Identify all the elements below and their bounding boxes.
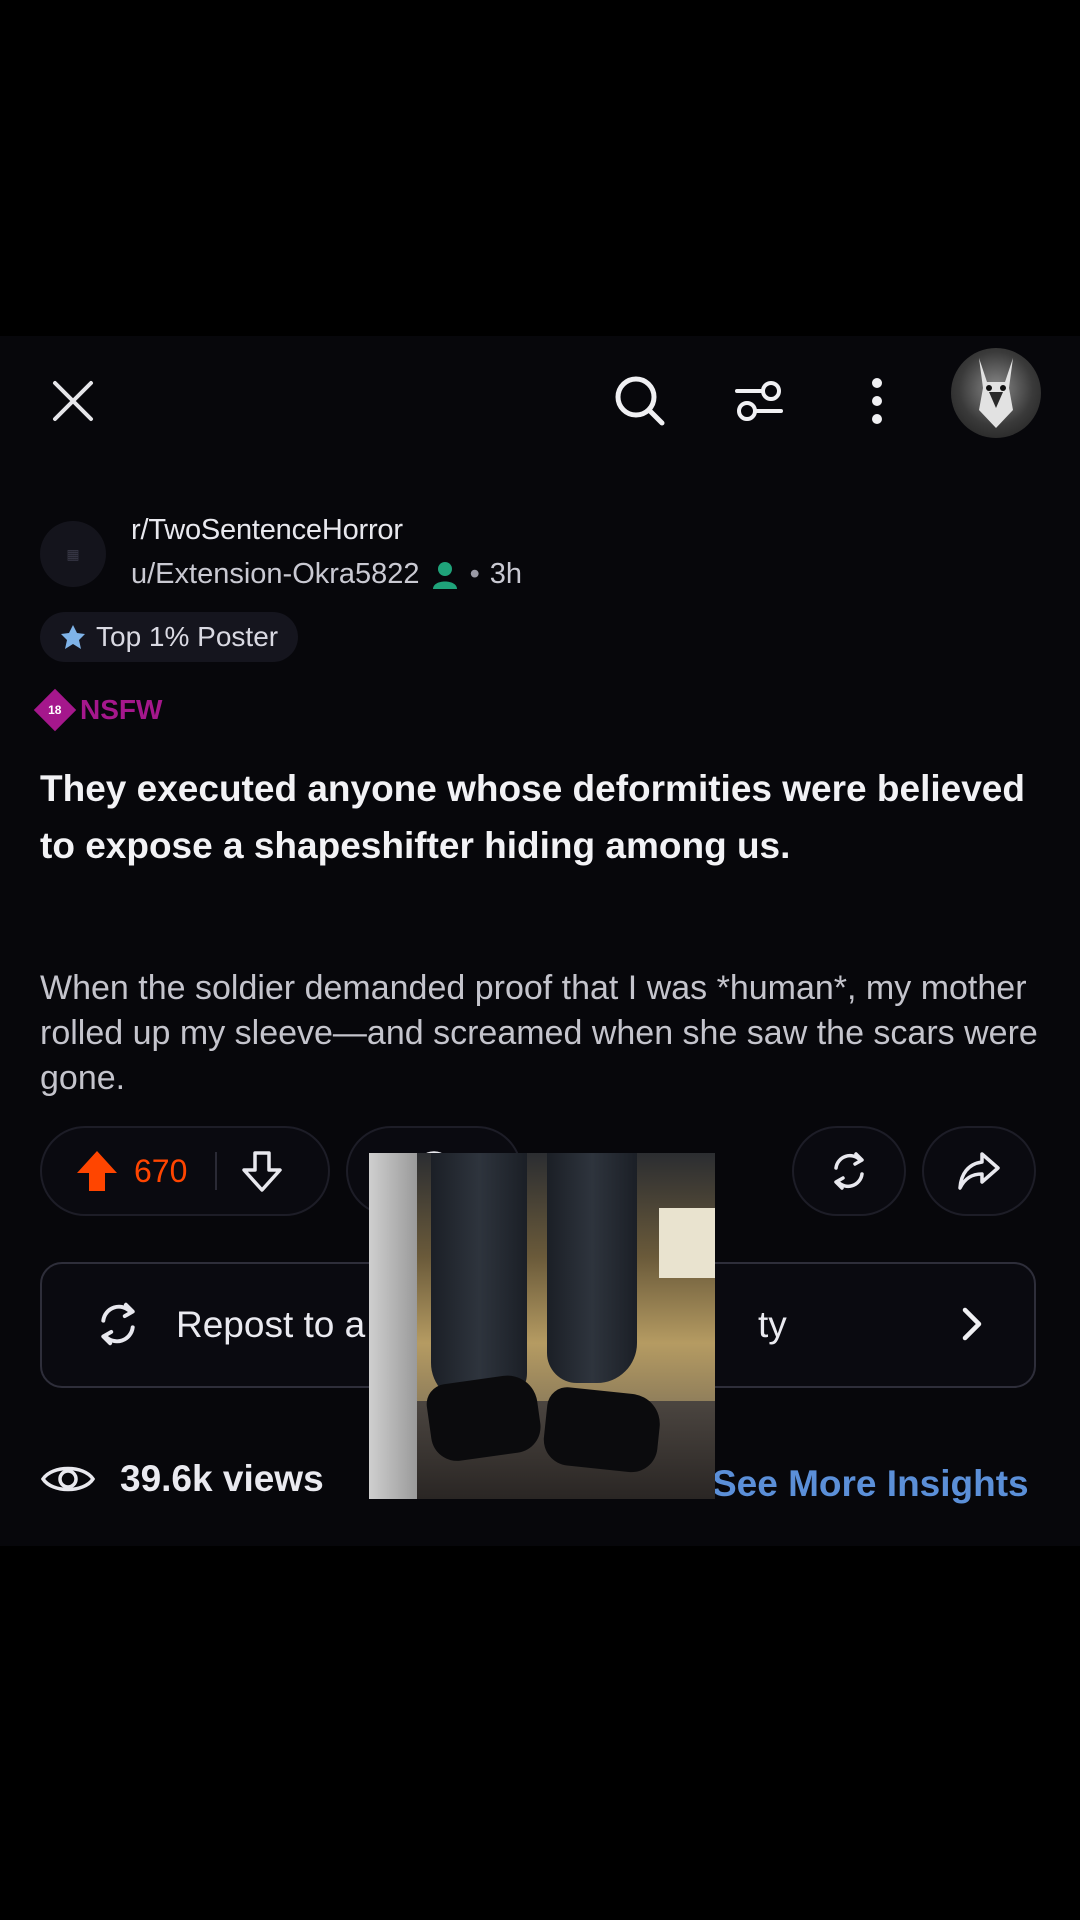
eye-icon xyxy=(40,1466,96,1492)
filter-button[interactable] xyxy=(724,366,794,436)
badge-label: Top 1% Poster xyxy=(96,621,279,652)
search-button[interactable] xyxy=(605,366,675,436)
views-count: 39.6k views xyxy=(120,1458,324,1499)
repost-bar-chevron xyxy=(942,1294,1002,1354)
post-age: 3h xyxy=(489,558,522,590)
post-title: They executed anyone whose deformities w… xyxy=(40,768,1025,866)
overlay-door xyxy=(369,1153,417,1499)
post-body: When the soldier demanded proof that I w… xyxy=(40,969,1038,1097)
nsfw-label: NSFW xyxy=(80,694,163,725)
author-line: u/Extension-Okra5822 • 3h xyxy=(131,558,522,591)
vote-control: 670 xyxy=(40,1126,330,1216)
badge-icon xyxy=(61,625,85,649)
repost-icon xyxy=(834,1152,864,1190)
nsfw-icon: 18 xyxy=(33,688,77,732)
nsfw-tag: 18 NSFW xyxy=(33,688,163,732)
repost-button[interactable] xyxy=(792,1126,906,1216)
overlay-right-shoe xyxy=(541,1385,663,1475)
nsfw-icon-number: 18 xyxy=(48,702,62,717)
chevron-right-icon xyxy=(962,1307,982,1341)
online-user-icon xyxy=(432,561,457,589)
close-icon xyxy=(53,381,93,421)
share-button[interactable] xyxy=(922,1126,1036,1216)
overlay-left-leg xyxy=(431,1153,527,1403)
see-more-insights-link[interactable]: See More Insights xyxy=(712,1463,1029,1505)
vote-score: 670 xyxy=(134,1152,188,1189)
repost-bar-icon-wrap xyxy=(88,1294,148,1354)
close-button[interactable] xyxy=(40,368,106,434)
subreddit-name[interactable]: r/TwoSentenceHorror xyxy=(131,514,403,547)
more-options-button[interactable] xyxy=(842,366,912,436)
repost-bar-label-tail: ty xyxy=(758,1304,787,1345)
filter-sliders-icon xyxy=(735,381,783,421)
subreddit-icon[interactable]: ▦ xyxy=(40,521,106,587)
vote-divider xyxy=(215,1152,218,1190)
meta-separator: • xyxy=(469,558,480,590)
more-vertical-icon xyxy=(872,378,882,424)
downvote-arrow-icon xyxy=(242,1151,283,1192)
share-arrow-icon xyxy=(958,1152,1000,1190)
downvote-button[interactable] xyxy=(239,1148,285,1194)
repost-bar-label: Repost to a xyxy=(176,1304,366,1345)
upvote-button[interactable] xyxy=(74,1148,120,1194)
video-overlay-thumbnail[interactable] xyxy=(369,1153,715,1499)
dog-avatar-image xyxy=(979,358,1013,428)
search-icon xyxy=(615,376,665,426)
top-poster-badge[interactable]: Top 1% Poster xyxy=(40,612,299,662)
upvote-arrow-icon xyxy=(77,1151,117,1191)
overlay-window xyxy=(659,1208,715,1278)
subreddit-icon-mark: ▦ xyxy=(66,545,80,562)
author-name[interactable]: u/Extension-Okra5822 xyxy=(131,558,420,591)
repost-icon xyxy=(101,1302,135,1346)
overlay-right-leg xyxy=(547,1153,637,1383)
user-avatar[interactable] xyxy=(951,348,1041,438)
views-stat: 39.6k views xyxy=(40,1458,324,1500)
